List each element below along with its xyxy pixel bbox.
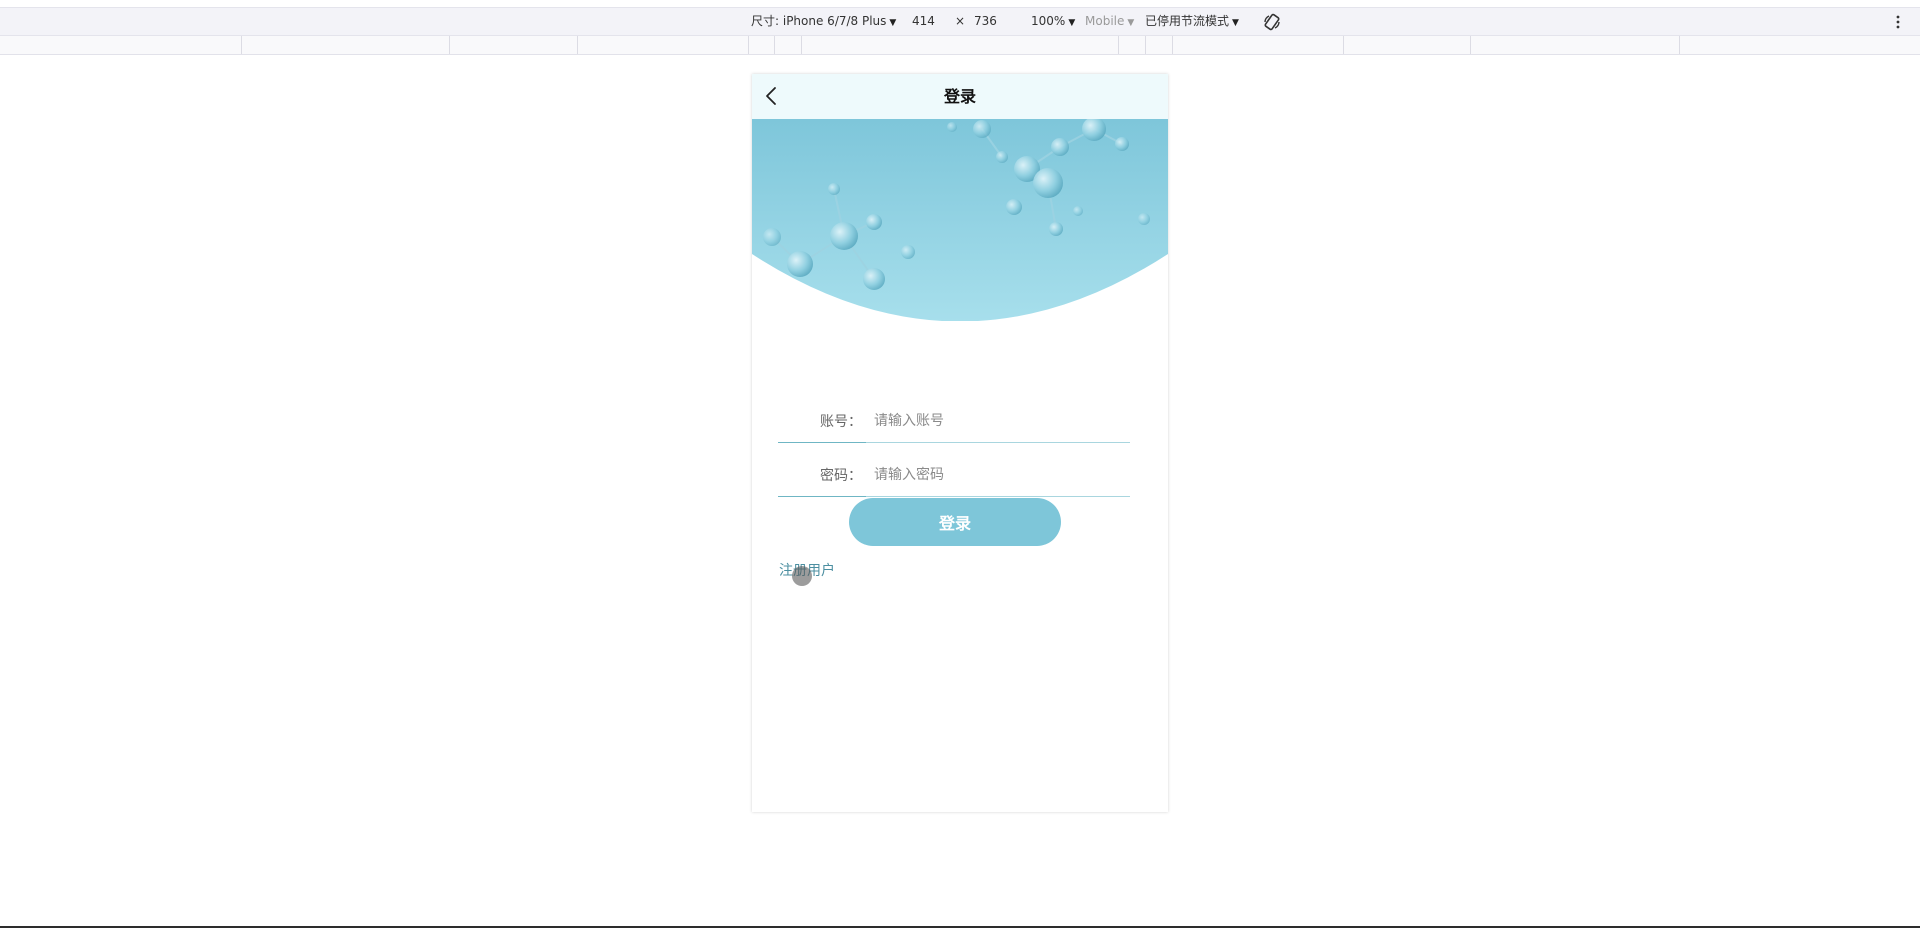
device-toolbar: 尺寸: iPhone 6/7/8 Plus ▼ 414 × 736 100% ▼ M… [0,7,1920,36]
password-label: 密码： [820,468,862,484]
ruler-tick [241,36,242,54]
height-input[interactable]: 736 [974,8,997,35]
mode-select[interactable]: Mobile ▼ [1085,8,1134,35]
ruler-tick [1470,36,1471,54]
mode-select-label: Mobile [1085,14,1125,28]
page-title: 登录 [943,87,976,106]
ruler-tick [1343,36,1344,54]
password-input[interactable] [874,461,1124,489]
device-select-label: 尺寸: iPhone 6/7/8 Plus [751,14,887,28]
ruler-tick [577,36,578,54]
throttle-select-label: 已停用节流模式 [1145,14,1230,28]
device-viewport: 登录 账号： 请输入账号 密码： 登录 [752,74,1168,812]
touch-cursor [792,566,812,586]
password-row: 密码： [778,455,1130,497]
account-row: 账号： [778,401,1130,443]
ruler-tick [1145,36,1146,54]
caret-down-icon: ▼ [1068,18,1076,28]
throttle-select[interactable]: 已停用节流模式 ▼ [1145,8,1239,35]
caret-down-icon: ▼ [1127,18,1135,28]
width-input[interactable]: 414 [912,8,935,35]
media-query-ruler [0,36,1920,55]
ruler-tick [1679,36,1680,54]
banner-image [752,119,1168,321]
zoom-select[interactable]: 100% ▼ [1031,8,1075,35]
rotate-icon[interactable] [1263,13,1281,31]
ruler-tick [774,36,775,54]
nav-bar: 登录 [752,74,1168,119]
ruler-tick [748,36,749,54]
caret-down-icon: ▼ [889,18,897,28]
ruler-tick [1172,36,1173,54]
device-select[interactable]: 尺寸: iPhone 6/7/8 Plus ▼ [751,8,896,35]
dimension-separator: × [955,14,966,28]
account-label: 账号： [820,414,862,430]
more-options-icon[interactable] [1895,14,1901,30]
login-button[interactable]: 登录 [849,498,1061,546]
caret-down-icon: ▼ [1232,18,1239,28]
account-input[interactable] [874,407,1124,435]
ruler-tick [449,36,450,54]
account-underline [778,442,1130,443]
ruler-tick [1118,36,1119,54]
ruler-tick [801,36,802,54]
zoom-select-label: 100% [1031,14,1066,28]
password-underline [778,496,1130,497]
